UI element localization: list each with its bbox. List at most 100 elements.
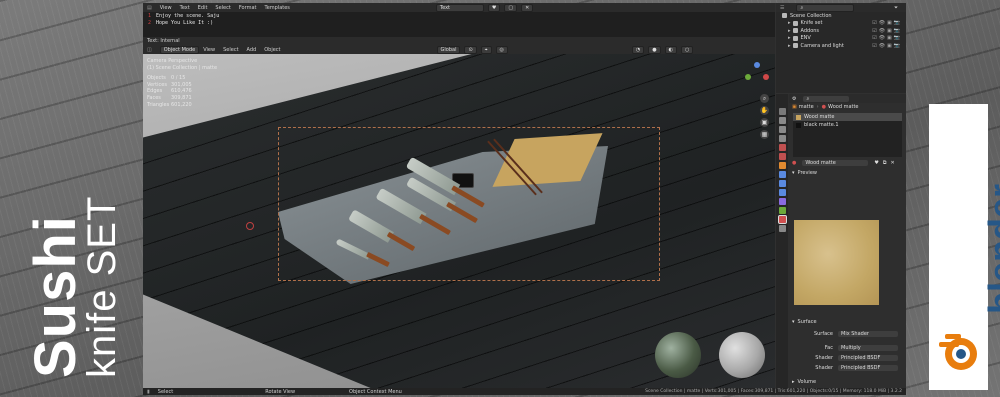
snap-icon[interactable]: ⌖ xyxy=(480,45,492,54)
outliner-item[interactable]: ▸ ENV ☑👁▣📷 xyxy=(776,35,906,43)
texture-tab-icon[interactable] xyxy=(778,225,786,232)
blender-logo-panel: blender xyxy=(929,104,1000,390)
preview-panel-header[interactable]: ▾ Preview xyxy=(789,169,906,177)
grid-icon[interactable]: ▦ xyxy=(760,130,769,139)
outliner-search[interactable]: ⌕ xyxy=(796,3,855,12)
collection-icon xyxy=(792,43,798,49)
properties-header: ⚙ ⌕ xyxy=(789,94,906,103)
outliner-item[interactable]: ▸ Knife set ☑👁▣📷 xyxy=(776,20,906,28)
navigation-gizmo[interactable] xyxy=(745,62,769,86)
proportional-icon[interactable]: ◎ xyxy=(495,45,508,54)
pan-hand-icon[interactable]: ✋ xyxy=(760,106,769,115)
text-line: 1 Enjoy the scene. Saju xyxy=(143,13,775,20)
unlink-icon[interactable]: ✕ xyxy=(890,160,894,166)
shader-row: Shader Principled BSDF xyxy=(789,364,904,372)
shading-rendered-icon[interactable]: ○ xyxy=(681,45,694,54)
outliner-item[interactable]: ▸ Camera and light ☑👁▣📷 xyxy=(776,42,906,50)
fake-user-icon[interactable]: ♥ xyxy=(487,3,501,12)
mode-selector[interactable]: Object Mode xyxy=(159,45,200,54)
material-tab-icon[interactable] xyxy=(777,215,787,224)
text-internal-label: Text: Internal xyxy=(147,38,180,44)
outliner: ☰ ⌕ ⏷ Scene Collection ▸ Knife set ☑👁▣📷 … xyxy=(776,3,906,93)
3d-cursor[interactable] xyxy=(246,222,254,230)
material-slot-list[interactable]: Wood matte black matte.1 xyxy=(793,113,902,157)
surface-shader-field[interactable]: Mix Shader xyxy=(838,331,898,337)
axis-z-icon[interactable] xyxy=(754,62,760,68)
menu-edit[interactable]: Edit xyxy=(198,5,208,11)
zoom-icon[interactable]: ⌕ xyxy=(760,94,769,103)
filter-icon[interactable]: ⏷ xyxy=(894,5,898,11)
expand-arrow-icon[interactable]: ▸ xyxy=(788,43,791,49)
editor-type-icon[interactable]: ☰ xyxy=(780,5,784,11)
pivot-icon[interactable]: ⊙ xyxy=(464,45,477,54)
render-tab-icon[interactable] xyxy=(778,117,786,124)
menu-templates[interactable]: Templates xyxy=(264,5,289,11)
object-icon: ▣ xyxy=(792,104,797,110)
output-tab-icon[interactable] xyxy=(778,126,786,133)
text-name-field[interactable]: Text xyxy=(435,3,484,12)
blender-logo-icon xyxy=(939,334,977,370)
3d-viewport[interactable]: Camera Perspective (1) Scene Collection … xyxy=(143,54,775,388)
menu-select[interactable]: Select xyxy=(215,5,230,11)
data-tab-icon[interactable] xyxy=(778,207,786,214)
menu-select[interactable]: Select xyxy=(223,47,238,53)
overlay-icon[interactable]: ◔ xyxy=(631,45,645,54)
visibility-icons[interactable]: ☑👁▣📷 xyxy=(872,35,902,41)
constraints-tab-icon[interactable] xyxy=(778,198,786,205)
material-icon: ● xyxy=(821,104,827,110)
expand-arrow-icon[interactable]: ▸ xyxy=(788,28,791,34)
modifier-tab-icon[interactable] xyxy=(778,171,786,178)
physics-tab-icon[interactable] xyxy=(778,189,786,196)
expand-arrow-icon[interactable]: ▸ xyxy=(788,35,791,41)
menu-view[interactable]: View xyxy=(203,47,215,53)
shader-field-1[interactable]: Principled BSDF xyxy=(838,355,898,361)
context-object: matte xyxy=(798,104,814,110)
tool-tab-icon[interactable] xyxy=(778,108,786,115)
shading-solid-icon[interactable]: ● xyxy=(648,45,661,54)
close-text-icon[interactable]: ✕ xyxy=(521,3,534,12)
visibility-icons[interactable]: ☑👁▣📷 xyxy=(872,28,902,34)
material-sphere-icon[interactable]: ● xyxy=(792,160,796,166)
expand-arrow-icon[interactable]: ▸ xyxy=(788,20,791,26)
view-layer-tab-icon[interactable] xyxy=(778,135,786,142)
surface-panel-header[interactable]: ▾ Surface xyxy=(789,318,904,326)
editor-type-icon[interactable]: ◫ xyxy=(147,47,152,53)
visibility-icons[interactable]: ☑👁▣📷 xyxy=(872,20,902,26)
shader-field-2[interactable]: Principled BSDF xyxy=(838,365,898,371)
menu-add[interactable]: Add xyxy=(247,47,257,53)
menu-view[interactable]: View xyxy=(160,5,172,11)
material-name-field[interactable]: Wood matte xyxy=(802,160,869,166)
editor-type-icon[interactable]: ⚙ xyxy=(792,96,796,102)
scene-tab-icon[interactable] xyxy=(778,144,786,151)
properties-editor: ⚙ ⌕ ▣ matte › ● Wood matte Wood matte bl… xyxy=(776,94,906,388)
fake-user-icon[interactable]: ♥ xyxy=(874,160,878,166)
stat-row: Vertices 301,005 xyxy=(147,81,192,88)
properties-search[interactable]: ⌕ xyxy=(803,95,850,102)
material-slot[interactable]: Wood matte xyxy=(793,113,902,121)
new-text-icon[interactable]: ▢ xyxy=(504,3,518,12)
menu-object[interactable]: Object xyxy=(264,47,280,53)
shading-material-icon[interactable]: ◐ xyxy=(664,45,678,54)
axis-y-icon[interactable] xyxy=(745,74,751,80)
material-preview xyxy=(794,220,879,305)
camera-view-icon[interactable]: ▣ xyxy=(760,118,769,127)
orientation-dropdown[interactable]: Global xyxy=(436,45,461,54)
menu-text[interactable]: Text xyxy=(180,5,190,11)
copy-icon[interactable]: ⧉ xyxy=(883,160,887,166)
particles-tab-icon[interactable] xyxy=(778,180,786,187)
visibility-icons[interactable]: ☑👁▣📷 xyxy=(872,43,902,49)
outliner-item[interactable]: ▸ Addons ☑👁▣📷 xyxy=(776,27,906,35)
fac-field[interactable]: Multiply xyxy=(838,345,898,351)
axis-x-icon[interactable] xyxy=(763,74,769,80)
menu-format[interactable]: Format xyxy=(239,5,257,11)
object-tab-icon[interactable] xyxy=(778,162,786,169)
status-select: Select xyxy=(157,388,174,395)
text-line: 2 Hope You Like It :) xyxy=(143,20,775,27)
text-content[interactable]: 1 Enjoy the scene. Saju 2 Hope You Like … xyxy=(143,13,775,27)
volume-panel-header[interactable]: ▸ Volume xyxy=(789,378,904,386)
outliner-root[interactable]: Scene Collection xyxy=(776,12,906,20)
material-slot[interactable]: black matte.1 xyxy=(793,121,902,129)
editor-type-icon[interactable]: ▤ xyxy=(147,5,152,11)
stat-row: Faces 309,871 xyxy=(147,94,192,101)
world-tab-icon[interactable] xyxy=(778,153,786,160)
